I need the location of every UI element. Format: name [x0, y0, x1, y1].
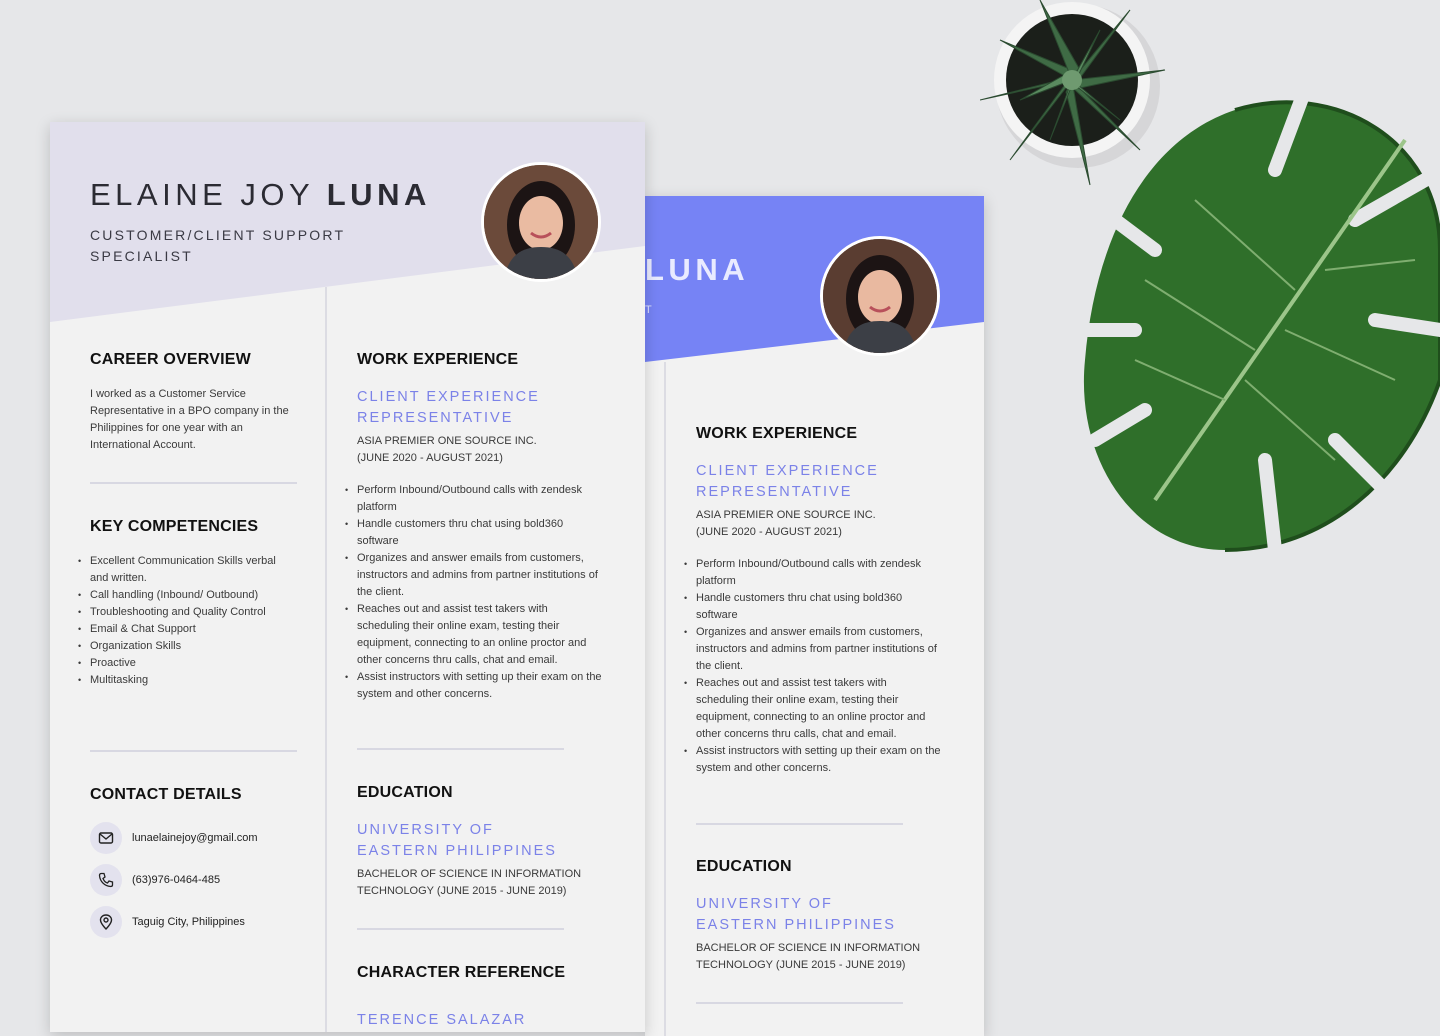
- career-heading: CAREER OVERVIEW: [90, 351, 251, 368]
- duty-item: Assist instructors with setting up their…: [684, 743, 941, 777]
- duty-item: Perform Inbound/Outbound calls with zend…: [345, 482, 602, 516]
- front-divider: [357, 748, 564, 750]
- career-text: I worked as a Customer Service Represent…: [90, 388, 289, 451]
- front-name: ELAINE JOY LUNA: [90, 177, 431, 213]
- duty-item: Reaches out and assist test takers with …: [345, 601, 602, 669]
- duty-item: Organizes and answer emails from custome…: [345, 550, 602, 601]
- contact-heading: CONTACT DETAILS: [90, 786, 242, 803]
- reference-name: TERENCE SALAZAR: [357, 1012, 527, 1028]
- back-education-degree: BACHELOR OF SCIENCE IN INFORMATION TECHN…: [696, 942, 921, 971]
- competency-item: Troubleshooting and Quality Control: [78, 604, 280, 621]
- reference-heading: CHARACTER REFERENCE: [357, 964, 566, 981]
- back-work-duties: Perform Inbound/Outbound calls with zend…: [684, 556, 941, 777]
- back-education-heading: EDUCATION: [696, 858, 792, 875]
- competencies-list: Excellent Communication Skills verbal an…: [78, 553, 280, 689]
- back-work-role: CLIENT EXPERIENCE REPRESENTATIVE: [696, 463, 879, 500]
- competency-item: Excellent Communication Skills verbal an…: [78, 553, 280, 587]
- duty-item: Organizes and answer emails from custome…: [684, 624, 941, 675]
- work-heading: WORK EXPERIENCE: [357, 351, 519, 368]
- phone-icon: [90, 864, 122, 896]
- competency-item: Multitasking: [78, 672, 280, 689]
- competency-item: Email & Chat Support: [78, 621, 280, 638]
- competencies-heading: KEY COMPETENCIES: [90, 518, 259, 535]
- back-work-dates: (JUNE 2020 - AUGUST 2021): [696, 526, 842, 538]
- back-work-company: ASIA PREMIER ONE SOURCE INC.: [696, 509, 876, 521]
- contact-location: Taguig City, Philippines: [132, 916, 245, 928]
- competency-item: Organization Skills: [78, 638, 280, 655]
- front-column-divider: [325, 287, 327, 1032]
- back-title-fragment: T: [645, 304, 652, 316]
- monstera-leaf-image: [1078, 83, 1440, 557]
- front-divider: [357, 928, 564, 930]
- duty-item: Handle customers thru chat using bold360…: [684, 590, 941, 624]
- back-profile-photo: [820, 236, 940, 356]
- work-company: ASIA PREMIER ONE SOURCE INC.: [357, 435, 537, 447]
- resume-front-sheet: ELAINE JOY LUNA CUSTOMER/CLIENT SUPPORT …: [50, 122, 645, 1032]
- competency-item: Call handling (Inbound/ Outbound): [78, 587, 280, 604]
- front-divider: [90, 750, 297, 752]
- duty-item: Reaches out and assist test takers with …: [684, 675, 941, 743]
- back-work-heading: WORK EXPERIENCE: [696, 425, 858, 442]
- back-divider: [696, 1002, 903, 1004]
- work-role: CLIENT EXPERIENCE REPRESENTATIVE: [357, 389, 540, 426]
- back-name-last: LUNA: [645, 252, 750, 287]
- name-first: ELAINE JOY: [90, 177, 314, 212]
- work-dates: (JUNE 2020 - AUGUST 2021): [357, 452, 503, 464]
- front-title: CUSTOMER/CLIENT SUPPORT SPECIALIST: [90, 227, 345, 264]
- duty-item: Perform Inbound/Outbound calls with zend…: [684, 556, 941, 590]
- back-education-school: UNIVERSITY OF EASTERN PHILIPPINES: [696, 896, 896, 933]
- back-divider: [696, 823, 903, 825]
- duty-item: Handle customers thru chat using bold360…: [345, 516, 602, 550]
- duty-item: Assist instructors with setting up their…: [345, 669, 602, 703]
- education-heading: EDUCATION: [357, 784, 453, 801]
- name-last: LUNA: [326, 177, 431, 212]
- back-column-divider: [664, 362, 666, 1036]
- front-profile-photo: [481, 162, 601, 282]
- competency-item: Proactive: [78, 655, 280, 672]
- education-school: UNIVERSITY OF EASTERN PHILIPPINES: [357, 822, 557, 859]
- contact-phone: (63)976-0464-485: [132, 874, 221, 886]
- mail-icon: [90, 822, 122, 854]
- resume-back-sheet: LUNA T WORK EXPERIENCE CLIENT EXPERIENCE…: [645, 196, 984, 1036]
- education-degree: BACHELOR OF SCIENCE IN INFORMATION TECHN…: [357, 868, 582, 897]
- front-divider: [90, 482, 297, 484]
- location-pin-icon: [90, 906, 122, 938]
- work-duties: Perform Inbound/Outbound calls with zend…: [345, 482, 602, 703]
- contact-email: lunaelainejoy@gmail.com: [132, 832, 258, 844]
